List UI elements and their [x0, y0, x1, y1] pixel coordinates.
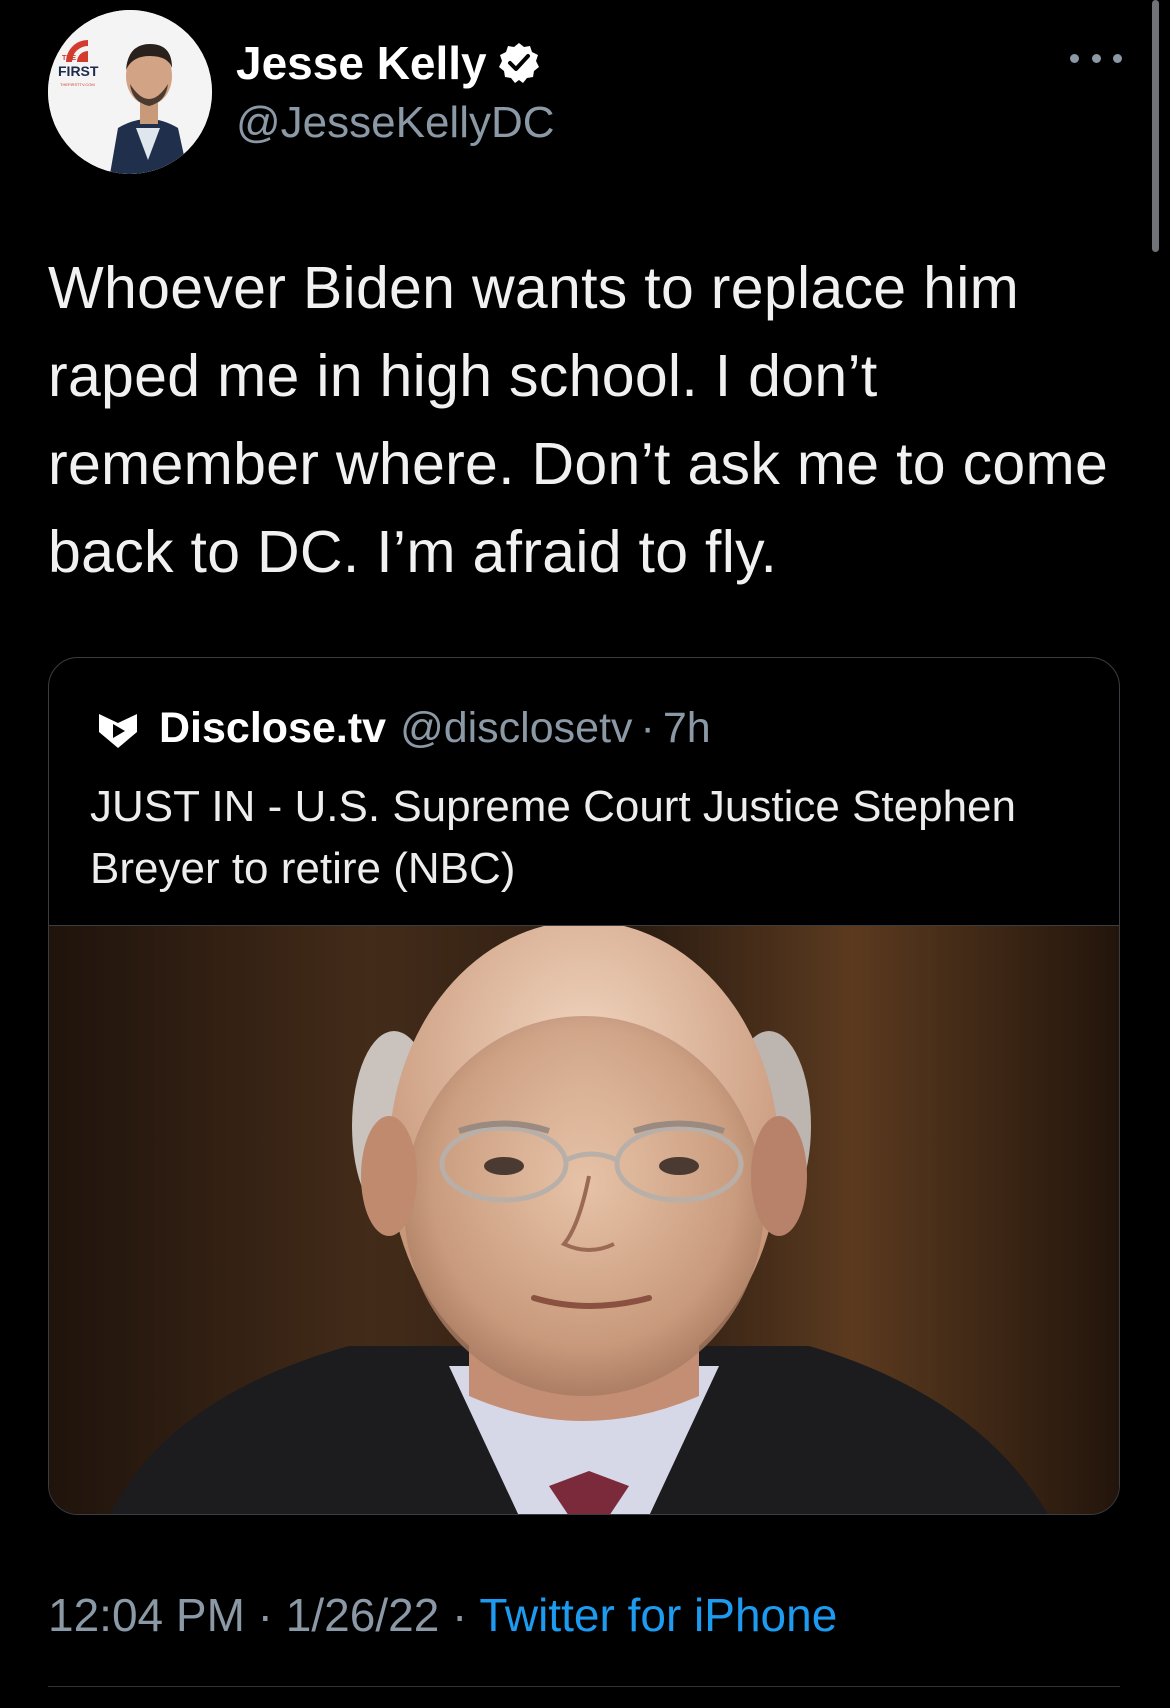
divider	[48, 1686, 1120, 1687]
tweet-source-link[interactable]: Twitter for iPhone	[479, 1589, 837, 1641]
more-options-icon[interactable]	[1070, 48, 1122, 68]
tweet-date[interactable]: 1/26/22	[286, 1589, 439, 1641]
quoted-tweet-card[interactable]: Disclose.tv @disclosetv · 7h JUST IN - U…	[48, 657, 1120, 1515]
verified-badge-icon	[497, 41, 541, 85]
author-handle[interactable]: @JesseKellyDC	[236, 98, 555, 148]
quoted-tweet-photo[interactable]	[49, 921, 1119, 1514]
quoted-separator: ·	[640, 704, 655, 752]
quoted-author-handle[interactable]: @disclosetv	[400, 704, 632, 753]
tweet-text: Whoever Biden wants to replace him raped…	[48, 255, 1125, 585]
scrollbar[interactable]	[1152, 0, 1159, 252]
tweet-meta: 12:04 PM · 1/26/22 · Twitter for iPhone	[48, 1588, 837, 1642]
quoted-tweet-header: Disclose.tv @disclosetv · 7h	[95, 704, 711, 753]
meta-separator: ·	[244, 1589, 286, 1641]
quoted-tweet-text: JUST IN - U.S. Supreme Court Justice Ste…	[90, 782, 1016, 893]
logo-top-text: THE	[62, 55, 76, 62]
quoted-time: 7h	[662, 704, 711, 752]
author-name-row[interactable]: Jesse Kelly	[236, 36, 541, 90]
author-name[interactable]: Jesse Kelly	[236, 36, 487, 90]
logo-url-text: THEFIRSTTV.COM	[60, 82, 95, 87]
meta-separator: ·	[439, 1589, 480, 1641]
disclose-logo-icon	[95, 706, 141, 752]
quoted-author-name[interactable]: Disclose.tv	[159, 704, 386, 753]
author-avatar[interactable]: THE FIRST THEFIRSTTV.COM	[48, 10, 212, 174]
tweet-time[interactable]: 12:04 PM	[48, 1589, 245, 1641]
logo-main-text: FIRST	[58, 63, 99, 79]
